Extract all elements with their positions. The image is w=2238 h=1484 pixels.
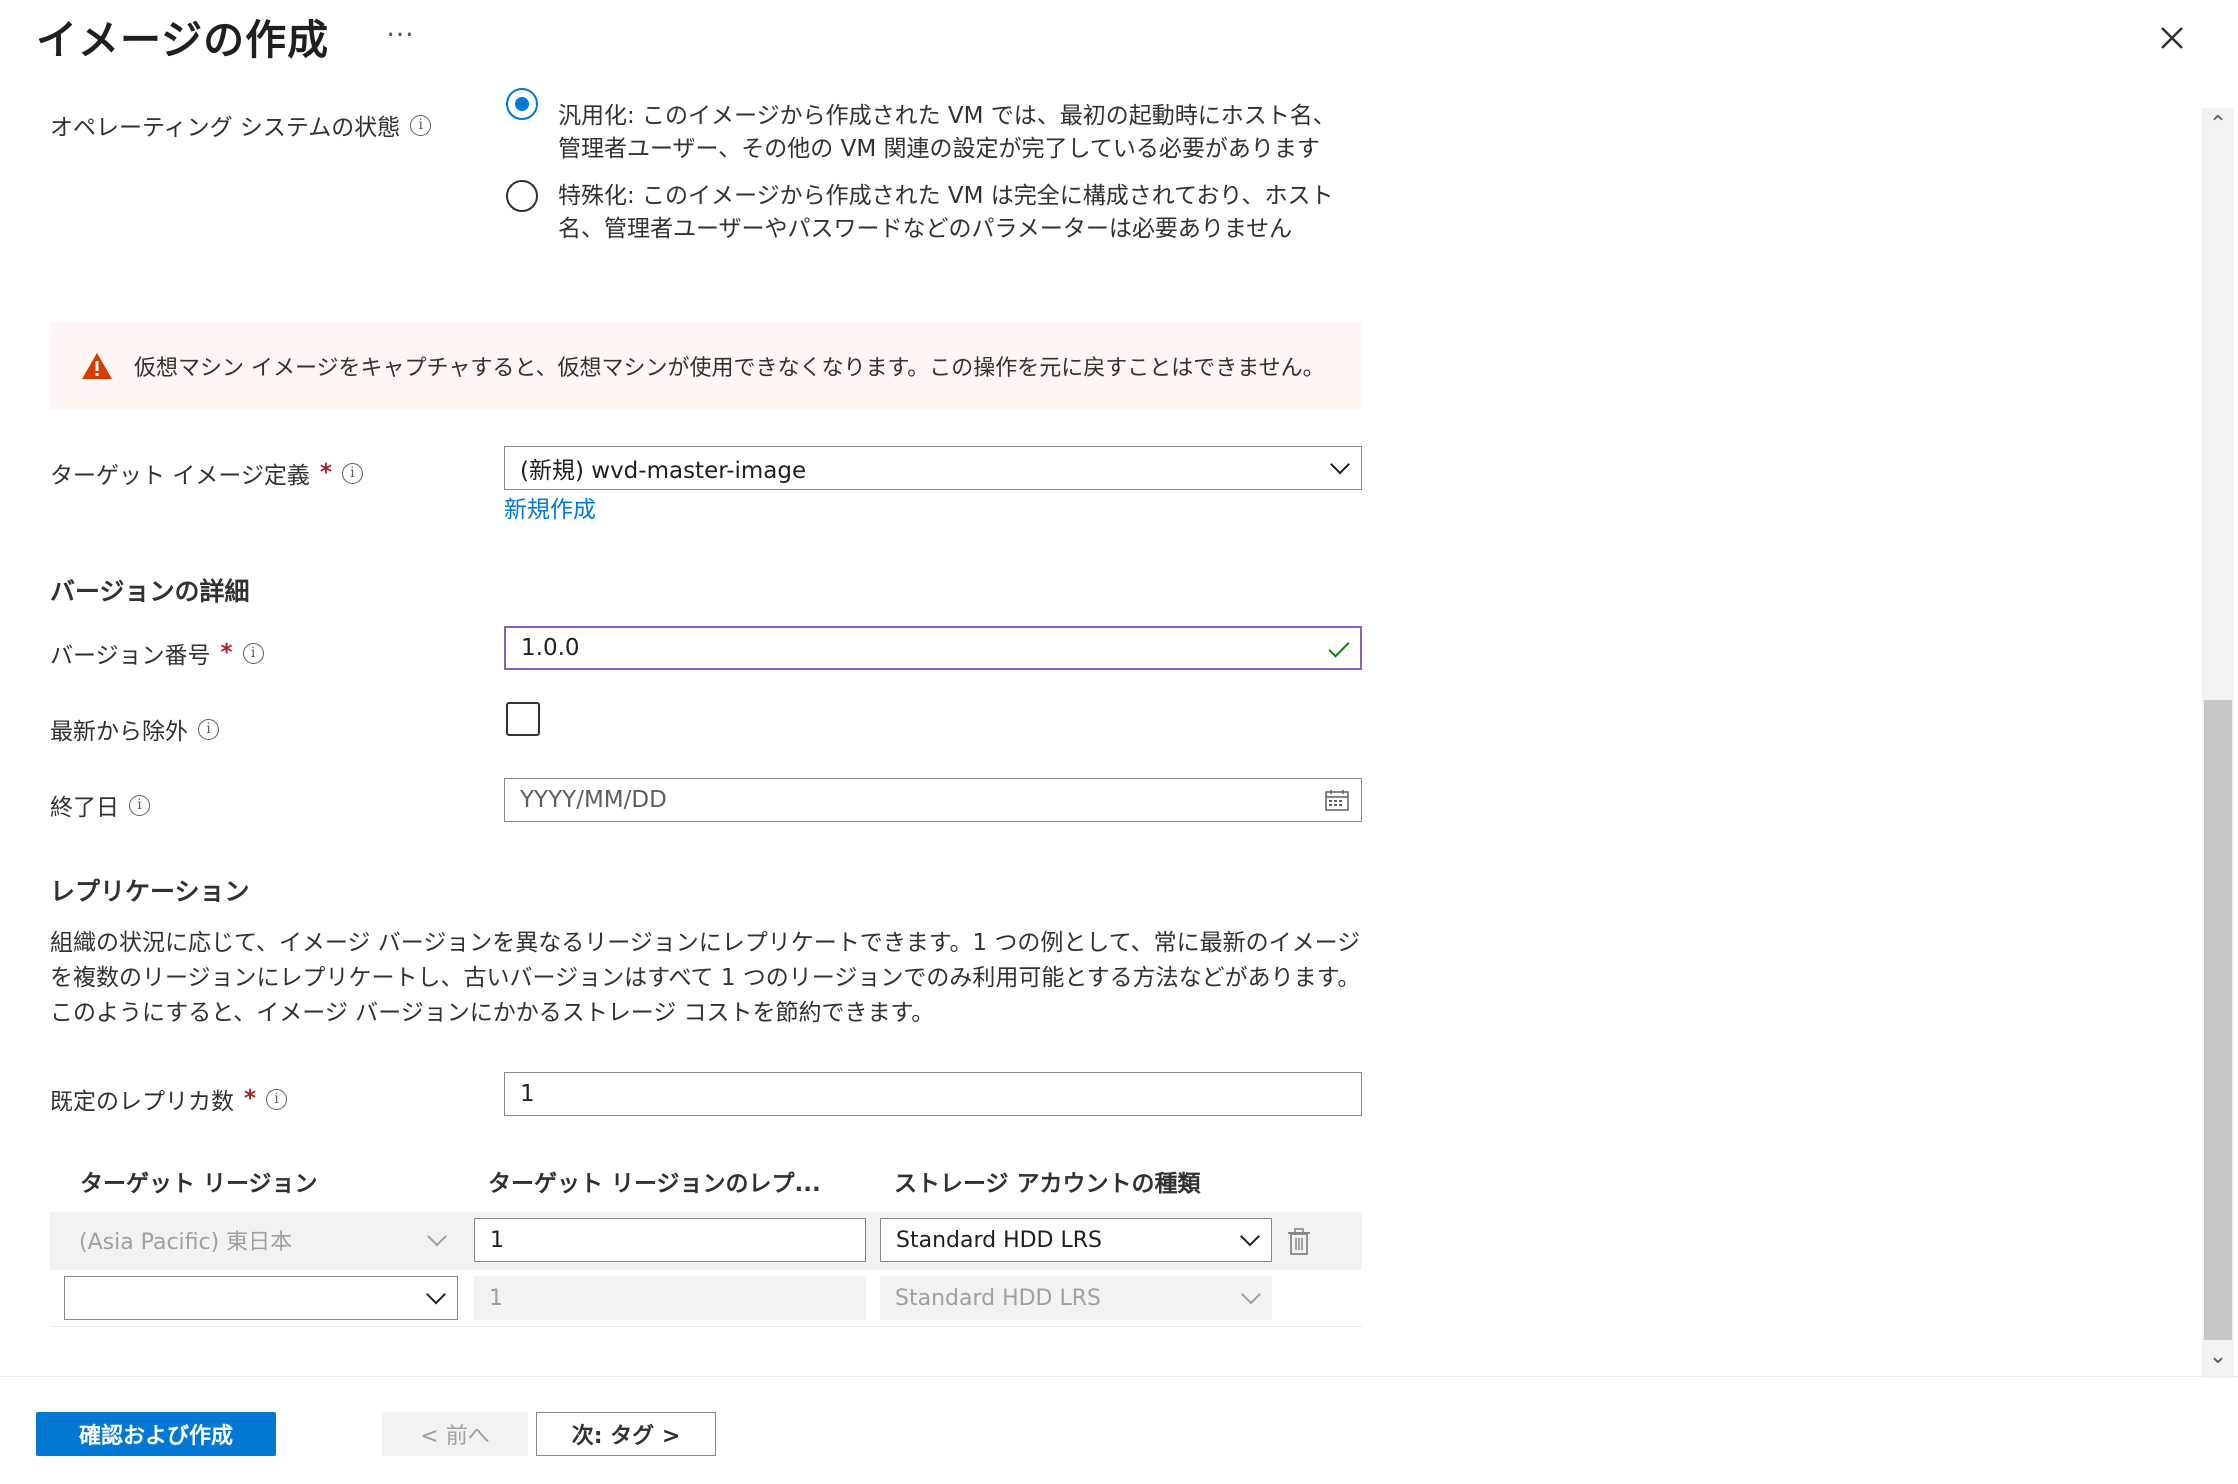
version-number-label-text: バージョン番号 [50,643,211,669]
target-image-label-text: ターゲット イメージ定義 [50,463,310,489]
close-button[interactable] [2150,16,2194,60]
target-region-dropdown: (Asia Pacific) 東日本 [64,1218,458,1262]
required-marker: * [220,640,233,666]
column-header-storage-type: ストレージ アカウントの種類 [894,1171,1201,1197]
calendar-icon[interactable] [1325,789,1349,811]
info-icon[interactable]: i [129,794,150,816]
chevron-down-icon [1330,454,1350,475]
end-date-placeholder: YYYY/MM/DD [520,787,667,813]
more-options-button[interactable]: … [386,10,414,43]
radio-specialized-text: 特殊化: このイメージから作成された VM は完全に構成されており、ホスト名、管… [558,183,1334,242]
chevron-down-icon [426,1284,446,1305]
info-icon[interactable]: i [266,1088,288,1110]
required-marker: * [244,1086,257,1112]
default-replica-value: 1 [520,1081,535,1107]
target-image-label: ターゲット イメージ定義 * i [50,456,363,490]
page-title: イメージの作成 [36,16,330,64]
checkmark-icon [1328,636,1350,658]
create-new-link[interactable]: 新規作成 [504,490,596,524]
info-icon[interactable]: i [242,642,264,664]
scroll-up-arrow-icon[interactable]: ⌃ [2204,112,2232,140]
region-replicas-input-disabled: 1 [474,1276,866,1320]
exclude-latest-label-text: 最新から除外 [50,719,188,745]
column-header-region-replicas: ターゲット リージョンのレプ... [488,1171,821,1197]
storage-type-value: Standard HDD LRS [896,1227,1103,1253]
replication-heading: レプリケーション [50,877,250,906]
close-icon [2161,27,2183,49]
target-region-value: (Asia Pacific) 東日本 [79,1230,293,1255]
radio-button-selected[interactable] [506,88,538,120]
version-number-input[interactable]: 1.0.0 [504,626,1362,670]
os-state-label: オペレーティング システムの状態 i [50,108,432,142]
exclude-latest-checkbox[interactable] [506,702,540,736]
scroll-down-arrow-icon[interactable]: ⌄ [2204,1344,2232,1372]
default-replica-input[interactable]: 1 [504,1072,1362,1116]
trash-icon [1288,1228,1310,1255]
chevron-down-icon [1240,1226,1260,1247]
warning-text: 仮想マシン イメージをキャプチャすると、仮想マシンが使用できなくなります。この操… [134,356,1325,381]
review-create-button[interactable]: 確認および作成 [36,1412,276,1456]
os-state-label-text: オペレーティング システムの状態 [50,115,401,141]
storage-type-value: Standard HDD LRS [895,1285,1102,1311]
end-date-label: 終了日 i [50,788,150,822]
storage-type-dropdown-disabled: Standard HDD LRS [880,1276,1272,1320]
required-marker: * [319,460,332,486]
version-number-value: 1.0.0 [521,635,580,661]
warning-banner: 仮想マシン イメージをキャプチャすると、仮想マシンが使用できなくなります。この操… [50,322,1362,410]
region-replicas-value: 1 [489,1285,503,1311]
target-image-dropdown[interactable]: (新規) wvd-master-image [504,446,1362,490]
end-date-label-text: 終了日 [50,795,119,821]
chevron-down-icon [427,1226,447,1247]
version-details-heading: バージョンの詳細 [50,577,250,606]
chevron-down-icon [1241,1284,1261,1305]
replication-description: 組織の状況に応じて、イメージ バージョンを異なるリージョンにレプリケートできます… [50,930,1361,1026]
info-icon[interactable]: i [410,114,432,136]
default-replica-label-text: 既定のレプリカ数 [50,1089,234,1115]
footer-divider [0,1376,2238,1377]
end-date-input[interactable]: YYYY/MM/DD [504,778,1362,822]
warning-icon [82,353,112,379]
radio-specialized[interactable]: 特殊化: このイメージから作成された VM は完全に構成されており、ホスト名、管… [506,180,1358,246]
version-number-label: バージョン番号 * i [50,636,264,670]
radio-button[interactable] [506,180,538,212]
column-header-target-region: ターゲット リージョン [80,1171,318,1197]
info-icon[interactable]: i [341,462,363,484]
region-replicas-value: 1 [490,1227,504,1253]
next-tags-button[interactable]: 次: タグ > [536,1412,716,1456]
radio-generalized-text: 汎用化: このイメージから作成された VM では、最初の起動時にホスト名、管理者… [558,103,1336,162]
previous-button[interactable]: < 前へ [382,1412,528,1456]
row-divider [50,1326,1362,1327]
default-replica-label: 既定のレプリカ数 * i [50,1082,288,1116]
info-icon[interactable]: i [198,718,219,740]
delete-row-button[interactable] [1286,1228,1312,1256]
scrollbar-thumb[interactable] [2204,700,2232,1340]
radio-generalized[interactable]: 汎用化: このイメージから作成された VM では、最初の起動時にホスト名、管理者… [506,88,1358,166]
storage-type-dropdown[interactable]: Standard HDD LRS [880,1218,1272,1262]
region-replicas-input[interactable]: 1 [474,1218,866,1262]
target-image-value: (新規) wvd-master-image [520,458,807,484]
exclude-latest-label: 最新から除外 i [50,712,219,746]
target-region-dropdown-empty[interactable] [64,1276,458,1320]
